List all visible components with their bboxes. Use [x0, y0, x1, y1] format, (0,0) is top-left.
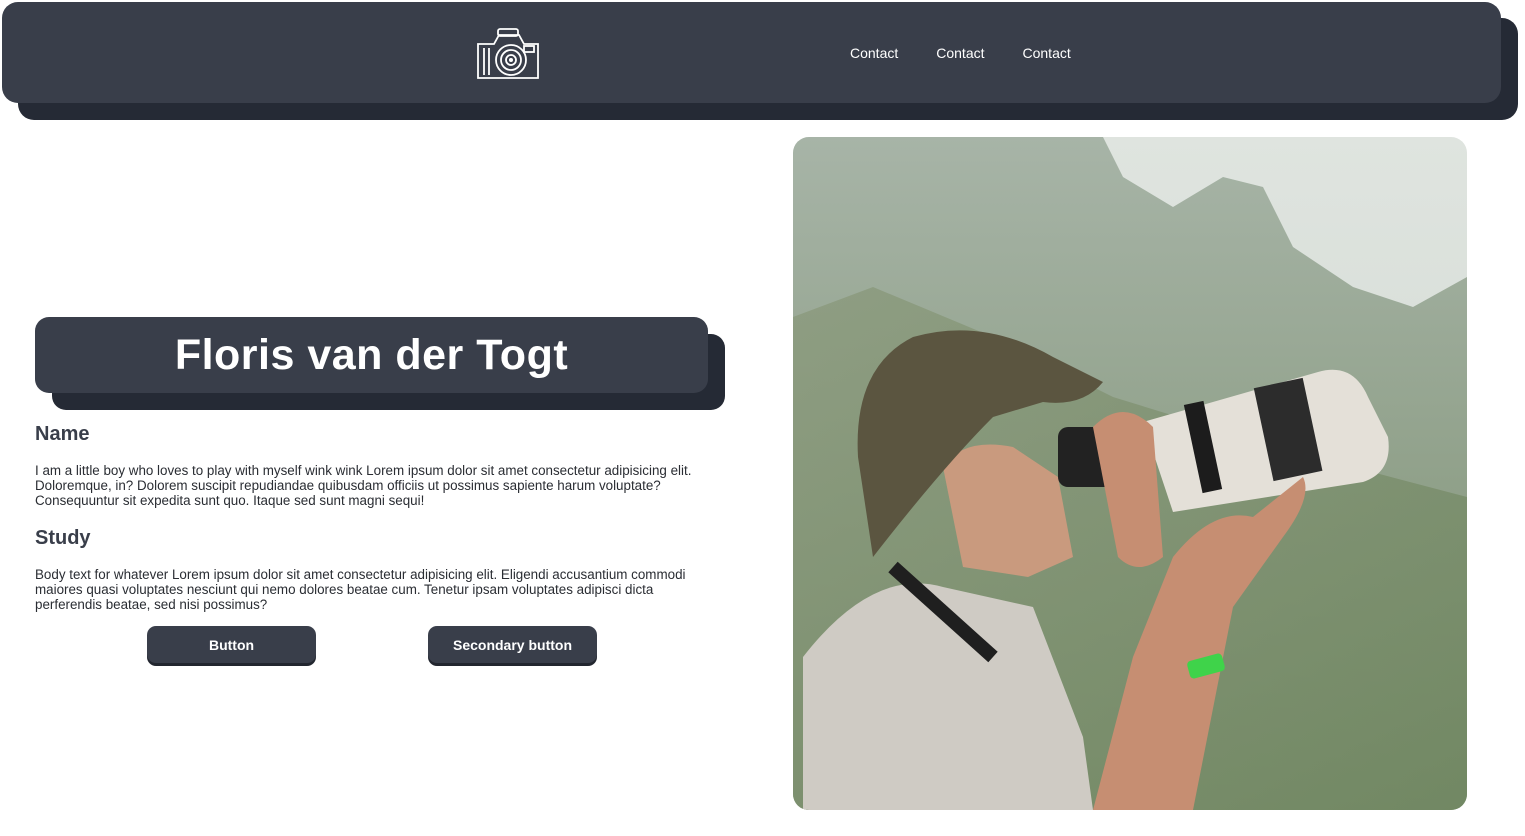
nav-contact-link-2[interactable]: Contact [936, 45, 984, 61]
header-bar: Contact Contact Contact [2, 2, 1501, 103]
primary-button[interactable]: Button [147, 626, 316, 663]
main-nav: Contact Contact Contact [850, 45, 1071, 61]
nav-contact-link-3[interactable]: Contact [1023, 45, 1071, 61]
page-title: Floris van der Togt [174, 330, 569, 379]
title-banner: Floris van der Togt [35, 317, 708, 393]
name-body-text: I am a little boy who loves to play with… [35, 463, 692, 508]
study-heading: Study [35, 527, 91, 549]
camera-logo-icon[interactable] [474, 26, 544, 82]
name-heading: Name [35, 423, 90, 445]
hero-photo [793, 137, 1467, 810]
study-body-text: Body text for whatever Lorem ipsum dolor… [35, 567, 686, 612]
nav-contact-link-1[interactable]: Contact [850, 45, 898, 61]
secondary-button[interactable]: Secondary button [428, 626, 597, 663]
